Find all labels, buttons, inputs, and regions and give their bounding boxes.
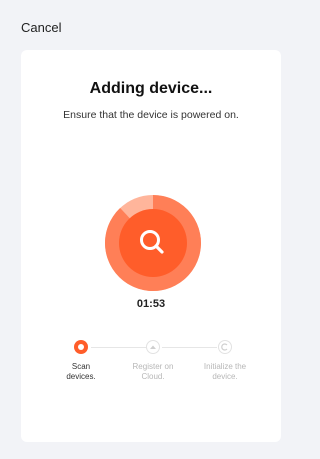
cancel-button[interactable]: Cancel: [21, 20, 61, 35]
step-label: Register on Cloud.: [132, 362, 174, 381]
step-register-cloud: Register on Cloud.: [113, 340, 193, 382]
step-label: Initialize the device.: [203, 362, 247, 381]
page-title: Adding device...: [89, 80, 213, 97]
scan-icon: [74, 340, 88, 354]
instruction-text: Ensure that the device is powered on.: [63, 109, 239, 121]
progress-inner-disc: [119, 209, 187, 277]
countdown-timer: 01:53: [136, 298, 166, 310]
step-initialize-device: Initialize the device.: [185, 340, 265, 382]
step-label: Scan devices.: [66, 362, 96, 381]
cloud-icon: [146, 340, 160, 354]
adding-device-card: Adding device... Ensure that the device …: [21, 50, 281, 442]
progress-ring: [105, 195, 201, 291]
initialize-icon: [218, 340, 232, 354]
progress-steps: Scan devices. Register on Cloud. Initial…: [21, 340, 281, 400]
step-scan-devices: Scan devices.: [41, 340, 121, 382]
